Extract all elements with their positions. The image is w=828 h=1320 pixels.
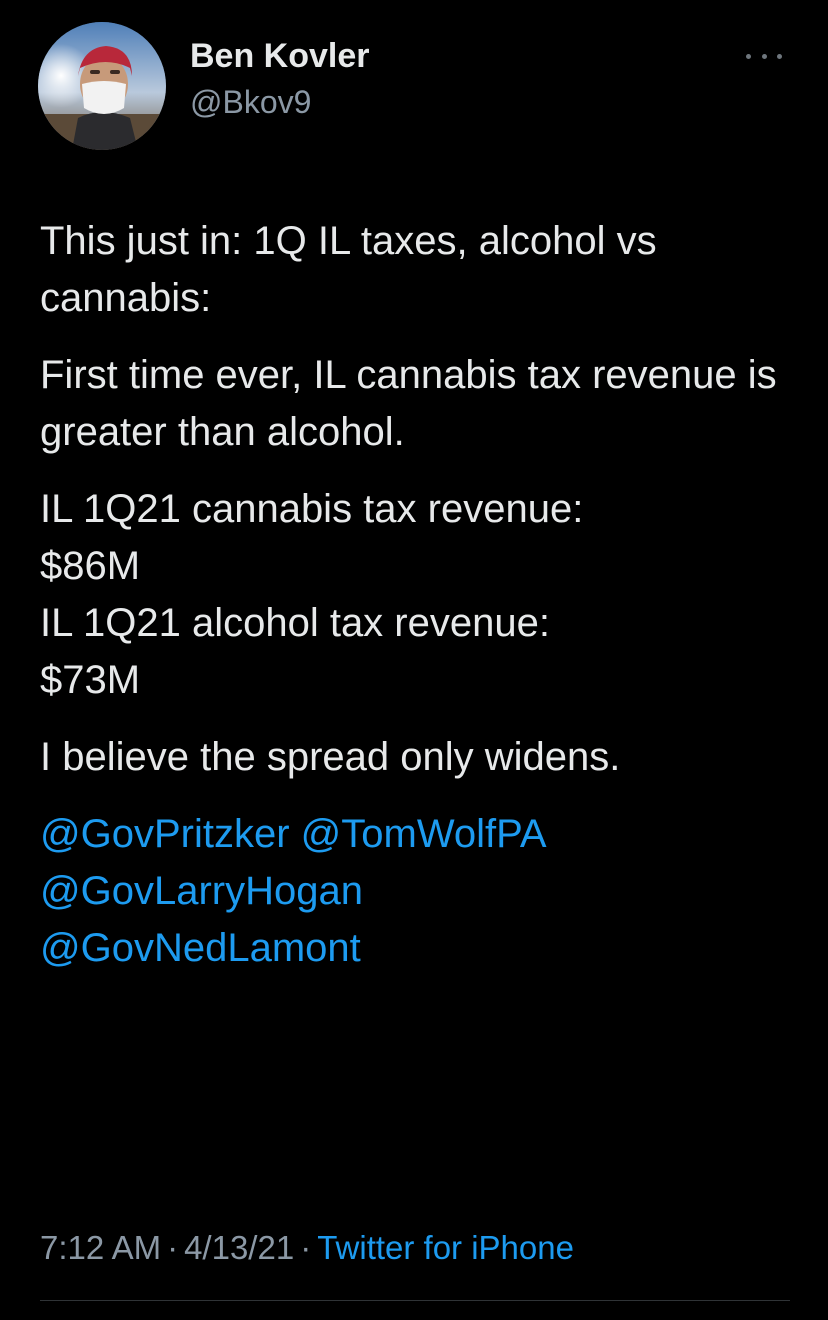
author-info[interactable]: Ben Kovler @Bkov9 <box>190 36 370 124</box>
mention-link[interactable]: @GovPritzker <box>40 812 290 856</box>
mention-link[interactable]: @GovLarryHogan <box>40 869 363 913</box>
tweet-time[interactable]: 7:12 AM <box>40 1229 161 1266</box>
dot <box>761 53 767 59</box>
avatar[interactable] <box>38 22 166 150</box>
divider <box>40 1300 790 1301</box>
mention-link[interactable]: @TomWolfPA <box>301 812 547 856</box>
tweet-header: Ben Kovler @Bkov9 <box>38 22 790 152</box>
mentions: @GovPritzker @TomWolfPA @GovLarryHogan @… <box>40 806 800 977</box>
tweet-text: This just in: 1Q IL taxes, alcohol vs ca… <box>40 213 800 977</box>
user-handle[interactable]: @Bkov9 <box>190 80 370 124</box>
tweet-paragraph: IL 1Q21 cannabis tax revenue: $86M IL 1Q… <box>40 481 800 709</box>
tweet-line: IL 1Q21 cannabis tax revenue: <box>40 487 584 531</box>
tweet-source-link[interactable]: Twitter for iPhone <box>317 1229 574 1266</box>
mention-line: @GovPritzker @TomWolfPA <box>40 806 800 863</box>
dot <box>746 53 751 59</box>
mention-link[interactable]: @GovNedLamont <box>40 926 361 970</box>
tweet-date[interactable]: 4/13/21 <box>184 1229 294 1266</box>
ellipsis-icon[interactable] <box>746 48 782 64</box>
tweet-line: IL 1Q21 alcohol tax revenue: <box>40 601 550 645</box>
mention-line: @GovLarryHogan <box>40 863 800 920</box>
separator: · <box>167 1229 179 1266</box>
tweet-line: $86M <box>40 544 141 588</box>
tweet-line: $73M <box>40 658 141 702</box>
profile-photo-icon <box>38 22 166 150</box>
tweet-paragraph: First time ever, IL cannabis tax revenue… <box>40 353 777 454</box>
tweet-paragraph: This just in: 1Q IL taxes, alcohol vs ca… <box>40 219 657 320</box>
tweet-metadata: 7:12 AM · 4/13/21 · Twitter for iPhone <box>40 1226 574 1270</box>
dot <box>777 53 782 59</box>
tweet-paragraph: I believe the spread only widens. <box>40 735 621 779</box>
separator: · <box>300 1229 312 1266</box>
display-name[interactable]: Ben Kovler <box>190 36 370 76</box>
mention-line: @GovNedLamont <box>40 920 800 977</box>
